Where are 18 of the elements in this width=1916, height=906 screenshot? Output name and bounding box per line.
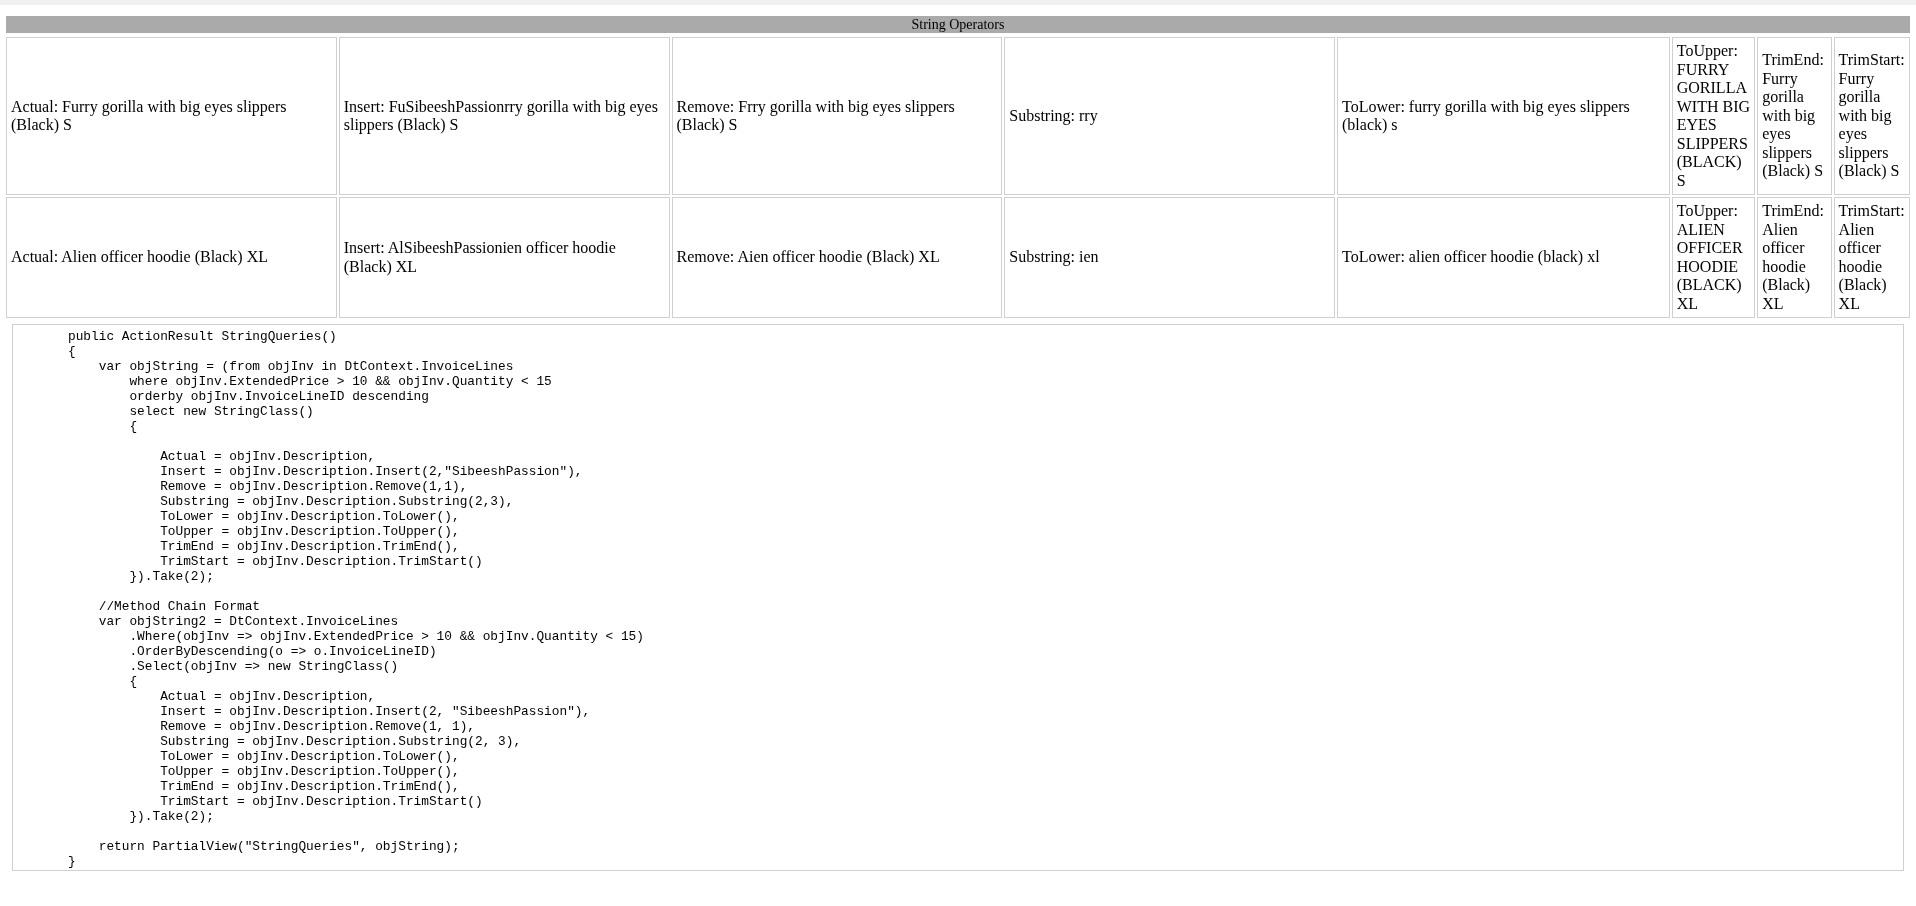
table-cell: Remove: Frry gorilla with big eyes slippers (Black) S xyxy=(671,37,1003,195)
table-cell: Actual: Furry gorilla with big eyes slippers (Black) S xyxy=(6,37,337,195)
table-cell: Insert: AlSibeeshPassionien officer hoodie (Black) XL xyxy=(338,197,670,318)
table-cell: TrimStart: Furry gorilla with big eyes slippers (Black) S xyxy=(1833,37,1910,195)
table-cell: TrimEnd: Furry gorilla with big eyes slippers (Black) S xyxy=(1757,37,1832,195)
table-cell: ToUpper: FURRY GORILLA WITH BIG EYES SLIPPERS (BLACK) S xyxy=(1671,37,1756,195)
table-cell: Substring: rry xyxy=(1004,37,1335,195)
table-cell: TrimStart: Alien officer hoodie (Black) XL xyxy=(1833,197,1910,318)
table-cell: Substring: ien xyxy=(1004,197,1335,318)
table-cell: Insert: FuSibeeshPassionrry gorilla with big eyes slippers (Black) S xyxy=(338,37,670,195)
code-block: public ActionResult StringQueries() { var objString = (from objInv in DtContext.InvoiceLines where objInv.ExtendedPrice > 10 && objInv.Quantity < 15 orderby objInv.InvoiceLineID descending select new StringClass() { Actual = objInv.Description, Insert = objInv.Description.Insert(2,"SibeeshPassion"), Remove = objInv.Description.Remove(1,1), Substring = objInv.Description.Substring(2,3), ToLower = objInv.Description.ToLower(), ToUpper = objInv.Description.ToUpper(), TrimEnd = objInv.Description.TrimEnd(), TrimStart = objInv.Description.TrimStart() }).Take(2); //Method Chain Format var objString2 = DtContext.InvoiceLines .Where(objInv => objInv.ExtendedPrice > 10 && objInv.Quantity < 15) .OrderByDescending(o => o.InvoiceLineID) .Select(objInv => new StringClass() { Actual = objInv.Description, Insert = objInv.Description.Insert(2, "SibeeshPassion"), Remove = objInv.Description.Remove(1, 1), Substring = objInv.Description.Substring(2, 3), ToLower = objInv.Description.ToLower(), ToUpper = objInv.Description.ToUpper(), TrimEnd = objInv.Description.TrimEnd(), TrimStart = objInv.Description.TrimStart() }).Take(2); return PartialView("StringQueries", objString); } xyxy=(12,324,1904,871)
table-cell: ToLower: furry gorilla with big eyes slippers (black) s xyxy=(1337,37,1670,195)
table-cell: Actual: Alien officer hoodie (Black) XL xyxy=(6,197,337,318)
table-cell: Remove: Aien officer hoodie (Black) XL xyxy=(671,197,1003,318)
table-cell: ToLower: alien officer hoodie (black) xl xyxy=(1337,197,1670,318)
table-cell: TrimEnd: Alien officer hoodie (Black) XL xyxy=(1757,197,1832,318)
table-title: String Operators xyxy=(6,16,1910,33)
table-cell: ToUpper: ALIEN OFFICER HOODIE (BLACK) XL xyxy=(1671,197,1756,318)
